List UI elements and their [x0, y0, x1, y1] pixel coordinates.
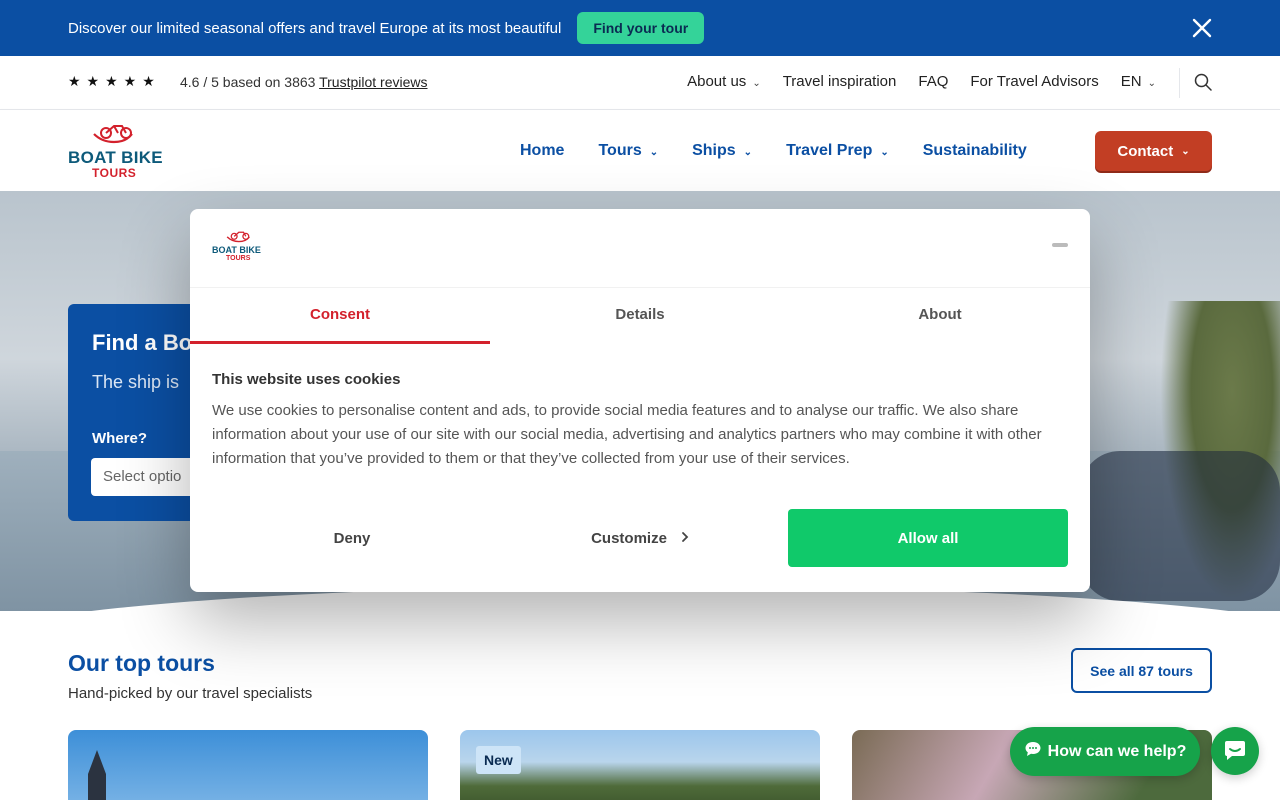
divider	[190, 287, 1090, 288]
logo-subtext: TOURS	[92, 166, 137, 180]
finder-title: Find a Bo	[92, 330, 193, 355]
find-tour-button[interactable]: Find your tour	[577, 12, 705, 44]
bike-boat-logo-icon	[93, 125, 133, 144]
contact-button[interactable]: Contact ⌄	[1095, 131, 1212, 171]
close-icon[interactable]	[1188, 14, 1216, 42]
chevron-down-icon: ⌄	[649, 147, 659, 158]
logo-text: BOAT BIKE	[68, 148, 163, 167]
divider	[1179, 68, 1180, 98]
tour-card[interactable]	[68, 730, 428, 800]
chat-label: How can we help?	[1047, 742, 1187, 760]
main-nav: Home Tours ⌄ Ships ⌄ Travel Prep ⌄ Sustaina…	[520, 142, 1061, 160]
chevron-down-icon: ⌄	[1181, 145, 1190, 157]
customize-button[interactable]: Customize	[500, 509, 780, 567]
tab-consent[interactable]: Consent	[190, 289, 490, 344]
rating-summary: 4.6 / 5 based on 3863	[180, 74, 320, 90]
finder-where-label: Where?	[92, 430, 148, 447]
utility-bar: ★★★★★ 4.6 / 5 based on 3863 Trustpilot r…	[0, 56, 1280, 110]
rating-stars: ★★★★★	[68, 73, 161, 89]
nav-home[interactable]: Home	[520, 142, 564, 160]
hero-bike	[1080, 451, 1280, 601]
util-nav-about-label: About us	[687, 73, 747, 90]
util-nav-faq[interactable]: FAQ	[918, 73, 948, 90]
contact-label: Contact	[1117, 142, 1174, 160]
finder-subtitle: The ship is	[92, 372, 180, 392]
chevron-right-icon	[681, 530, 689, 546]
nav-travel-prep-label: Travel Prep	[786, 142, 873, 159]
chevron-down-icon: ⌄	[743, 147, 753, 158]
nav-travel-prep[interactable]: Travel Prep ⌄	[786, 142, 889, 160]
cookiebot-logo[interactable]	[1052, 243, 1068, 247]
promo-bar: Discover our limited seasonal offers and…	[0, 0, 1280, 56]
dialog-logo-text: BOAT BIKE	[212, 245, 261, 255]
language-label: EN	[1120, 73, 1142, 90]
tab-about[interactable]: About	[790, 289, 1090, 344]
tab-details[interactable]: Details	[490, 289, 790, 344]
church-spire	[88, 750, 106, 800]
section-title: Our top tours	[68, 650, 215, 676]
chat-bubble-icon	[1024, 740, 1042, 763]
cookie-body: We use cookies to personalise content an…	[212, 402, 1042, 467]
main-header: BOAT BIKE TOURS Home Tours ⌄ Ships ⌄ Trave…	[0, 110, 1280, 191]
cookie-heading: This website uses cookies	[212, 371, 401, 388]
rating-text: 4.6 / 5 based on 3863 Trustpilot reviews	[180, 74, 428, 90]
chevron-down-icon: ⌄	[1147, 78, 1156, 89]
allow-all-button[interactable]: Allow all	[788, 509, 1068, 567]
promo-text: Discover our limited seasonal offers and…	[68, 19, 562, 37]
nav-sustainability[interactable]: Sustainability	[923, 142, 1027, 160]
see-all-tours-button[interactable]: See all 87 tours	[1071, 648, 1212, 693]
dialog-logo: BOAT BIKE TOURS	[212, 231, 272, 265]
chat-button[interactable]: How can we help?	[1010, 727, 1200, 776]
nav-tours-label: Tours	[598, 142, 642, 159]
language-selector[interactable]: EN ⌄	[1121, 73, 1156, 90]
site-logo[interactable]: BOAT BIKE TOURS	[68, 124, 168, 180]
nav-tours[interactable]: Tours ⌄	[598, 142, 658, 160]
chat-open-button[interactable]	[1211, 727, 1259, 775]
utility-nav: About us ⌄ Travel inspiration FAQ For Tra…	[687, 73, 1156, 90]
util-nav-advisors[interactable]: For Travel Advisors	[970, 73, 1098, 90]
nav-ships-label: Ships	[692, 142, 736, 159]
search-icon[interactable]	[1194, 73, 1212, 96]
nav-ships[interactable]: Ships ⌄	[692, 142, 752, 160]
util-nav-inspiration[interactable]: Travel inspiration	[783, 73, 897, 90]
tour-card[interactable]: New	[460, 730, 820, 800]
new-badge: New	[476, 746, 521, 774]
bike-boat-logo-icon	[226, 231, 250, 243]
cookie-dialog: BOAT BIKE TOURS Consent Details About Th…	[190, 209, 1090, 592]
trustpilot-link[interactable]: Trustpilot reviews	[319, 74, 427, 90]
chevron-down-icon: ⌄	[752, 78, 761, 89]
util-nav-about[interactable]: About us ⌄	[687, 73, 761, 90]
customize-label: Customize	[591, 529, 667, 547]
chat-icon	[1225, 741, 1245, 760]
chevron-down-icon: ⌄	[880, 147, 889, 158]
deny-button[interactable]: Deny	[212, 509, 492, 567]
dialog-logo-subtext: TOURS	[226, 255, 251, 262]
consent-tabs: Consent Details About	[190, 289, 1090, 344]
section-subtitle: Hand-picked by our travel specialists	[68, 685, 313, 702]
